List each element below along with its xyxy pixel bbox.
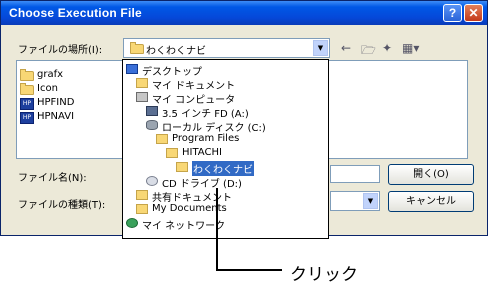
file-name: HPFIND: [37, 97, 75, 108]
dropdown-item-label: Program Files: [172, 133, 240, 144]
dropdown-item-label: 共有ドキュメント: [152, 193, 232, 204]
chevron-down-icon[interactable]: ▼: [313, 40, 328, 56]
open-button[interactable]: 開く(O): [388, 164, 474, 185]
app-icon: HP: [20, 112, 34, 124]
help-button[interactable]: ?: [443, 4, 462, 22]
filetype-select[interactable]: ▼: [330, 191, 380, 211]
hard-disk-icon: [146, 120, 158, 130]
cancel-button[interactable]: キャンセル: [388, 191, 474, 212]
folder-icon: [20, 83, 34, 95]
network-icon: [126, 218, 138, 228]
up-folder-icon[interactable]: 🗁: [361, 41, 376, 62]
floppy-icon: [146, 106, 158, 116]
dropdown-item-label: マイ ドキュメント: [152, 81, 236, 92]
folder-icon: [130, 42, 144, 54]
dialog-title: Choose Execution File: [9, 6, 142, 20]
chevron-down-icon[interactable]: ▼: [363, 193, 378, 209]
close-button[interactable]: ✕: [464, 4, 483, 22]
dropdown-item-label: わくわくナビ: [192, 161, 254, 176]
dropdown-item-label: マイ ネットワーク: [142, 221, 226, 232]
folder-icon: [176, 162, 188, 172]
cd-drive-icon: [146, 176, 158, 186]
documents-icon: [136, 78, 148, 88]
file-name: grafx: [37, 69, 64, 80]
dropdown-item-label: 3.5 インチ FD (A:): [162, 109, 249, 120]
lookin-label: ファイルの場所(I):: [18, 45, 103, 56]
folder-icon: [136, 190, 148, 200]
dropdown-item-label: ローカル ディスク (C:): [162, 123, 266, 134]
lookin-combobox[interactable]: わくわくナビ ▼: [123, 38, 330, 58]
lookin-dropdown-list[interactable]: デスクトップ マイ ドキュメント マイ コンピュータ 3.5 インチ FD (A…: [122, 59, 329, 239]
folder-icon: [156, 134, 168, 144]
dropdown-item-label: HITACHI: [182, 147, 222, 158]
lookin-value: わくわくナビ: [146, 46, 206, 57]
folder-icon: [136, 204, 148, 214]
file-name: HPNAVI: [37, 111, 75, 122]
folder-icon: [166, 148, 178, 158]
dropdown-item-label: CD ドライブ (D:): [162, 179, 242, 190]
app-icon: HP: [20, 98, 34, 110]
dropdown-item-label: デスクトップ: [142, 67, 202, 78]
view-menu-icon[interactable]: ▦▾: [402, 41, 419, 55]
callout-line: [216, 269, 282, 271]
click-annotation: クリック: [290, 265, 358, 285]
desktop-icon: [126, 64, 138, 74]
new-folder-icon[interactable]: ✦: [382, 41, 392, 55]
dropdown-item-label: マイ コンピュータ: [152, 95, 236, 106]
filename-input[interactable]: [330, 165, 380, 183]
title-bar[interactable]: Choose Execution File ? ✕: [1, 1, 487, 25]
computer-icon: [136, 92, 148, 102]
back-icon[interactable]: ←: [341, 41, 351, 55]
folder-icon: [20, 69, 34, 81]
filetype-label: ファイルの種類(T):: [18, 200, 106, 211]
callout-line: [216, 188, 218, 271]
file-name: Icon: [37, 83, 58, 94]
filename-label: ファイル名(N):: [18, 173, 87, 184]
